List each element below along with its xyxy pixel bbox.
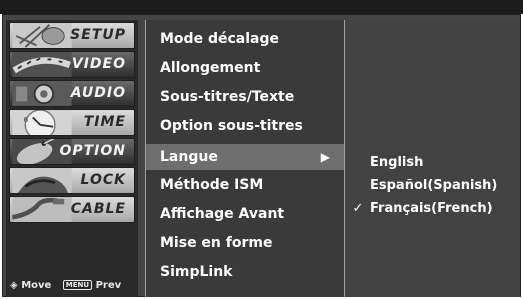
sidebar-item-label: LOCK	[80, 172, 126, 188]
submenu-item-label: Español(Spanish)	[370, 178, 498, 193]
menu-item-label: Option sous-titres	[160, 118, 303, 134]
menu-item-option-sous-titres[interactable]: Option sous-titres	[146, 113, 344, 139]
submenu-item-label: Français(French)	[370, 201, 493, 216]
svg-text:6: 6	[23, 115, 28, 124]
menu-item-mise-en-forme[interactable]: Mise en forme	[146, 230, 344, 256]
submenu-item-english[interactable]: English	[346, 152, 520, 174]
menu-item-sous-titres-texte[interactable]: Sous-titres/Texte	[146, 84, 344, 110]
tv-osd-screen: SETUP VIDEO AUDIO 6 TIME OPTION LOCK CAB…	[0, 0, 523, 299]
menu-item-label: Mise en forme	[160, 235, 273, 251]
menu-item-mode-decalage[interactable]: Mode décalage	[146, 26, 344, 52]
sidebar-item-setup[interactable]: SETUP	[9, 22, 135, 49]
sidebar-item-time[interactable]: 6 TIME	[9, 109, 135, 136]
menu-item-label: SimpLink	[160, 264, 233, 280]
menu-item-label: Sous-titres/Texte	[160, 89, 295, 105]
film-reel-icon	[12, 52, 72, 77]
menu-item-label: Langue	[160, 149, 218, 165]
top-border	[0, 0, 523, 14]
prev-hint: Prev	[95, 280, 122, 291]
submenu-item-label: English	[370, 155, 424, 170]
sidebar-item-video[interactable]: VIDEO	[9, 51, 135, 78]
lock-icon	[12, 168, 72, 193]
clock-icon: 6	[12, 110, 72, 135]
menu-item-methode-ism[interactable]: Méthode ISM	[146, 172, 344, 198]
menu-item-label: Allongement	[160, 60, 261, 76]
sidebar-item-lock[interactable]: LOCK	[9, 167, 135, 194]
sidebar-item-label: TIME	[83, 114, 126, 130]
menu-item-label: Méthode ISM	[160, 177, 264, 193]
option-menu: Mode décalage Allongement Sous-titres/Te…	[145, 20, 345, 297]
sidebar-item-label: AUDIO	[70, 85, 126, 101]
sidebar-item-option[interactable]: OPTION	[9, 138, 135, 165]
submenu-item-espanol[interactable]: Español(Spanish)	[346, 175, 520, 197]
cable-icon	[11, 197, 72, 222]
sidebar-item-label: CABLE	[70, 201, 126, 217]
sidebar-item-label: VIDEO	[71, 56, 126, 72]
menu-key-icon: MENU	[62, 280, 93, 290]
check-icon: ✓	[352, 201, 364, 216]
menu-item-allongement[interactable]: Allongement	[146, 55, 344, 81]
menu-item-langue[interactable]: Langue ▶	[146, 144, 344, 170]
chevron-right-icon: ▶	[320, 150, 330, 164]
footer-hint: ◈ Move MENU Prev	[10, 280, 121, 291]
sidebar-item-audio[interactable]: AUDIO	[9, 80, 135, 107]
dpad-icon: ◈	[10, 280, 18, 291]
sidebar-item-cable[interactable]: CABLE	[9, 196, 135, 223]
submenu-item-francais[interactable]: ✓ Français(French)	[346, 198, 520, 220]
satellite-dish-icon	[12, 23, 72, 48]
sidebar: SETUP VIDEO AUDIO 6 TIME OPTION LOCK CAB…	[6, 20, 138, 297]
menu-item-simplink[interactable]: SimpLink	[146, 259, 344, 285]
sidebar-item-label: OPTION	[59, 143, 126, 159]
menu-item-label: Mode décalage	[160, 31, 279, 47]
sidebar-item-label: SETUP	[70, 27, 126, 43]
menu-item-affichage-avant[interactable]: Affichage Avant	[146, 201, 344, 227]
menu-item-label: Affichage Avant	[160, 206, 285, 222]
speaker-icon	[12, 81, 72, 106]
move-hint: Move	[21, 280, 52, 291]
language-submenu: English Español(Spanish) ✓ Français(Frenc…	[346, 20, 520, 297]
